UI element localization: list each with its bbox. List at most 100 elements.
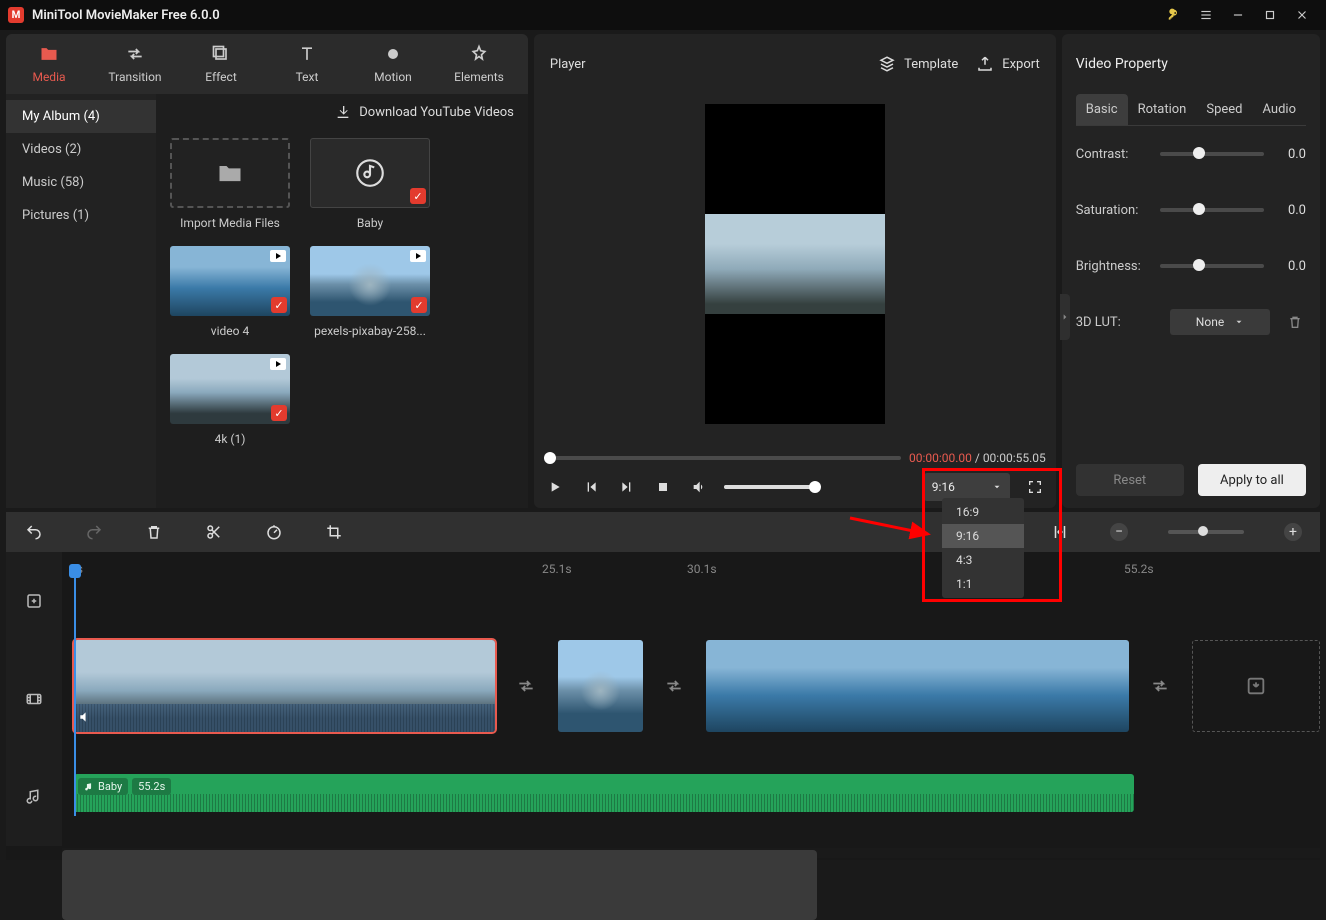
video-icon: [270, 250, 286, 262]
volume-icon[interactable]: [688, 476, 710, 498]
timeline: 0s 25.1s 30.1s 55.2s: [6, 552, 1320, 860]
tab-label: Transition: [108, 70, 161, 84]
media-sidebar: My Album (4) Videos (2) Music (58) Pictu…: [6, 94, 156, 508]
ratio-option[interactable]: 1:1: [942, 572, 1024, 596]
contrast-label: Contrast:: [1076, 147, 1152, 162]
crop-button[interactable]: [324, 522, 344, 542]
media-card-video[interactable]: ✓ 4k (1): [170, 354, 290, 446]
seek-bar[interactable]: [544, 456, 901, 460]
zoom-out-button[interactable]: −: [1110, 523, 1128, 541]
prop-tab-basic[interactable]: Basic: [1076, 94, 1128, 125]
video-clip[interactable]: [558, 640, 643, 732]
template-button[interactable]: Template: [878, 55, 958, 73]
license-key-icon[interactable]: [1158, 0, 1190, 30]
zoom-slider[interactable]: [1168, 530, 1244, 534]
tab-motion[interactable]: Motion: [350, 34, 436, 94]
title-bar: M MiniTool MovieMaker Free 6.0.0: [0, 0, 1326, 30]
video-track: [62, 638, 1320, 734]
download-youtube[interactable]: Download YouTube Videos: [156, 94, 528, 130]
player-title: Player: [550, 57, 860, 72]
delete-button[interactable]: [144, 522, 164, 542]
prev-frame-button[interactable]: [580, 476, 602, 498]
time-display: 00:00:00.00 / 00:00:55.05: [909, 451, 1046, 465]
tab-text[interactable]: Text: [264, 34, 350, 94]
stop-button[interactable]: [652, 476, 674, 498]
prop-tab-audio[interactable]: Audio: [1253, 94, 1306, 125]
minimize-icon[interactable]: [1222, 0, 1254, 30]
tab-transition[interactable]: Transition: [92, 34, 178, 94]
lut-select[interactable]: None: [1170, 309, 1270, 335]
card-label: 4k (1): [215, 432, 246, 446]
zoom-in-button[interactable]: +: [1284, 523, 1302, 541]
check-icon: ✓: [411, 297, 427, 313]
ratio-option[interactable]: 4:3: [942, 548, 1024, 572]
sidebar-item-videos[interactable]: Videos (2): [6, 133, 156, 166]
ruler-tick: 55.2s: [1124, 562, 1154, 576]
time-current: 00:00:00.00: [909, 451, 972, 465]
fullscreen-button[interactable]: [1024, 476, 1046, 498]
tab-media[interactable]: Media: [6, 34, 92, 94]
maximize-icon[interactable]: [1254, 0, 1286, 30]
properties-title: Video Property: [1076, 34, 1306, 94]
ruler-tick: 25.1s: [542, 562, 572, 576]
split-button[interactable]: [204, 522, 224, 542]
contrast-slider[interactable]: [1160, 152, 1264, 156]
clip-dropzone[interactable]: [1192, 640, 1320, 732]
ratio-value: 9:16: [932, 480, 955, 494]
tab-effect[interactable]: Effect: [178, 34, 264, 94]
add-track-icon[interactable]: [6, 552, 62, 650]
transition-slot[interactable]: [513, 672, 541, 700]
video-clip[interactable]: [74, 640, 495, 732]
volume-slider[interactable]: [724, 485, 816, 489]
saturation-slider[interactable]: [1160, 208, 1264, 212]
playhead[interactable]: [74, 570, 76, 816]
lut-value: None: [1196, 315, 1224, 329]
close-icon[interactable]: [1286, 0, 1318, 30]
speed-button[interactable]: [264, 522, 284, 542]
saturation-value: 0.0: [1272, 203, 1306, 218]
lut-label: 3D LUT:: [1076, 315, 1152, 330]
card-label: Baby: [357, 216, 383, 230]
audio-track-icon: [6, 748, 62, 846]
video-clip[interactable]: [706, 640, 1129, 732]
undo-button[interactable]: [24, 522, 44, 542]
timeline-scrollbar[interactable]: [62, 848, 1320, 858]
ratio-option[interactable]: 9:16: [942, 524, 1024, 548]
next-frame-button[interactable]: [616, 476, 638, 498]
play-button[interactable]: [544, 476, 566, 498]
panel-collapse-handle[interactable]: [1060, 294, 1070, 340]
property-tabs: Basic Rotation Speed Audio: [1076, 94, 1306, 126]
sidebar-item-pictures[interactable]: Pictures (1): [6, 199, 156, 232]
export-button[interactable]: Export: [976, 55, 1040, 73]
media-card-video[interactable]: ✓ video 4: [170, 246, 290, 338]
transition-slot[interactable]: [661, 672, 689, 700]
prop-tab-rotation[interactable]: Rotation: [1128, 94, 1197, 125]
prop-tab-speed[interactable]: Speed: [1196, 94, 1252, 125]
apply-all-button[interactable]: Apply to all: [1198, 464, 1306, 496]
video-icon: [410, 250, 426, 262]
brightness-label: Brightness:: [1076, 259, 1152, 274]
transition-slot[interactable]: [1147, 672, 1175, 700]
sidebar-item-album[interactable]: My Album (4): [6, 100, 156, 133]
audio-clip[interactable]: Baby 55.2s: [74, 774, 1134, 812]
saturation-label: Saturation:: [1076, 203, 1152, 218]
media-card-video[interactable]: ✓ pexels-pixabay-258...: [310, 246, 430, 338]
aspect-ratio-select[interactable]: 9:16: [924, 473, 1010, 501]
brightness-slider[interactable]: [1160, 264, 1264, 268]
reset-button[interactable]: Reset: [1076, 464, 1184, 496]
tab-label: Text: [296, 70, 319, 84]
video-icon: [270, 358, 286, 370]
timeline-ruler[interactable]: 0s 25.1s 30.1s 55.2s: [62, 552, 1320, 586]
download-youtube-label: Download YouTube Videos: [359, 105, 514, 120]
menu-icon[interactable]: [1190, 0, 1222, 30]
tab-label: Media: [32, 70, 65, 84]
media-card-music[interactable]: ✓ Baby: [310, 138, 430, 230]
ratio-option[interactable]: 16:9: [942, 500, 1024, 524]
fit-timeline-icon[interactable]: [1050, 522, 1070, 542]
lut-delete-icon[interactable]: [1284, 311, 1306, 333]
audio-track: Baby 55.2s: [62, 774, 1320, 816]
redo-button[interactable]: [84, 522, 104, 542]
tab-elements[interactable]: Elements: [436, 34, 522, 94]
sidebar-item-music[interactable]: Music (58): [6, 166, 156, 199]
import-media-card[interactable]: Import Media Files: [170, 138, 290, 230]
